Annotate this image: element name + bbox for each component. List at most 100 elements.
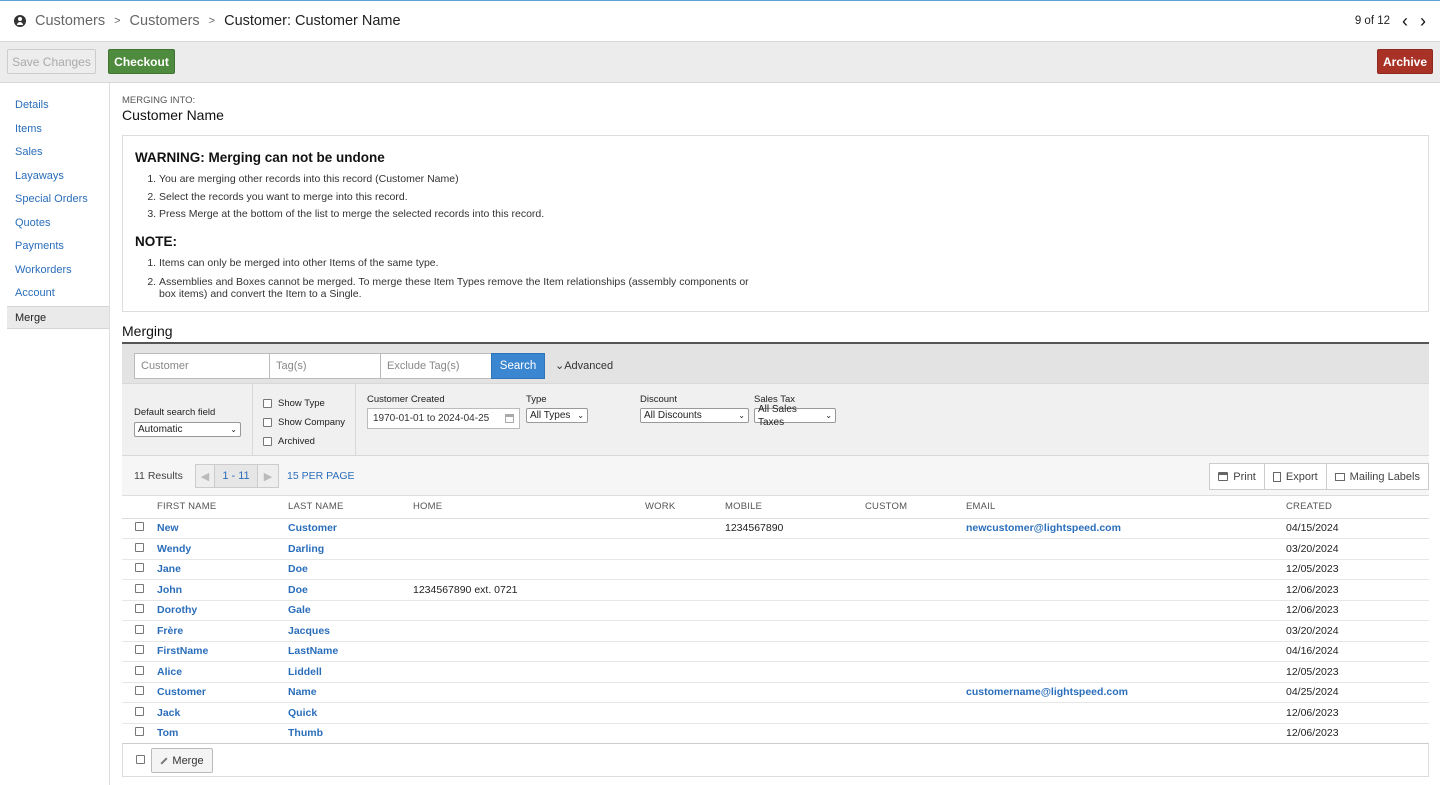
cell-email[interactable]: customername@lightspeed.com: [966, 682, 1286, 703]
sidebar-item-quotes[interactable]: Quotes: [0, 212, 109, 236]
row-checkbox[interactable]: [135, 706, 144, 716]
show-type-checkbox[interactable]: [263, 399, 272, 408]
sidebar-item-account[interactable]: Account: [0, 282, 109, 306]
discount-select[interactable]: All Discounts ⌄: [640, 408, 749, 423]
cell-last-name[interactable]: Jacques: [288, 620, 413, 642]
show-company-checkbox[interactable]: [263, 418, 272, 427]
cell-email[interactable]: [966, 620, 1286, 642]
column-header-custom[interactable]: CUSTOM: [865, 496, 966, 519]
row-checkbox[interactable]: [135, 563, 144, 573]
per-page-select[interactable]: 15 PER PAGE: [287, 470, 355, 482]
cell-first-name[interactable]: Tom: [157, 723, 288, 744]
next-page-icon[interactable]: ▶: [257, 464, 279, 488]
table-row[interactable]: Alice Liddell 12/05/2023: [122, 661, 1429, 683]
advanced-toggle[interactable]: ⌄Advanced: [555, 359, 613, 372]
customer-created-date-range[interactable]: 1970-01-01 to 2024-04-25: [367, 408, 520, 429]
row-checkbox[interactable]: [135, 604, 144, 614]
cell-email[interactable]: [966, 559, 1286, 580]
column-header-first-name[interactable]: FIRST NAME: [157, 496, 288, 519]
cell-email[interactable]: [966, 641, 1286, 662]
row-checkbox[interactable]: [135, 665, 144, 675]
row-checkbox[interactable]: [135, 727, 144, 737]
cell-first-name[interactable]: Customer: [157, 682, 288, 703]
cell-last-name[interactable]: LastName: [288, 641, 413, 662]
table-row[interactable]: Tom Thumb 12/06/2023: [122, 723, 1429, 744]
previous-page-icon[interactable]: ◀: [195, 464, 215, 488]
cell-first-name[interactable]: Jack: [157, 702, 288, 724]
sidebar-item-details[interactable]: Details: [0, 94, 109, 118]
merge-button[interactable]: Merge: [151, 748, 213, 773]
cell-first-name[interactable]: Wendy: [157, 538, 288, 560]
show-company-option[interactable]: Show Company: [263, 417, 345, 428]
previous-record-icon[interactable]: ‹: [1402, 12, 1408, 30]
table-row[interactable]: Wendy Darling 03/20/2024: [122, 538, 1429, 560]
column-header-email[interactable]: EMAIL: [966, 496, 1286, 519]
breadcrumb-item[interactable]: Customers: [35, 13, 105, 29]
cell-email[interactable]: [966, 600, 1286, 621]
mailing-labels-button[interactable]: Mailing Labels: [1325, 464, 1428, 489]
cell-first-name[interactable]: Frère: [157, 620, 288, 642]
row-checkbox[interactable]: [135, 522, 144, 532]
column-header-mobile[interactable]: MOBILE: [725, 496, 865, 519]
table-row[interactable]: New Customer 1234567890 newcustomer@lightsp…: [122, 518, 1429, 539]
table-row[interactable]: Customer Name customername@lightspeed.com 0…: [122, 682, 1429, 703]
table-row[interactable]: Frère Jacques 03/20/2024: [122, 620, 1429, 642]
cell-last-name[interactable]: Gale: [288, 600, 413, 621]
table-row[interactable]: John Doe 1234567890 ext. 0721 12/06/2023: [122, 579, 1429, 601]
sales-tax-select[interactable]: All Sales Taxes ⌄: [754, 404, 836, 428]
cell-email[interactable]: [966, 702, 1286, 724]
table-row[interactable]: FirstName LastName 04/16/2024: [122, 641, 1429, 662]
cell-first-name[interactable]: John: [157, 579, 288, 601]
cell-email[interactable]: [966, 579, 1286, 601]
row-checkbox[interactable]: [135, 645, 144, 655]
breadcrumb-item[interactable]: Customers: [130, 13, 200, 29]
cell-email[interactable]: [966, 723, 1286, 744]
next-record-icon[interactable]: ›: [1420, 12, 1426, 30]
cell-first-name[interactable]: Jane: [157, 559, 288, 580]
sidebar-item-payments[interactable]: Payments: [0, 235, 109, 259]
cell-last-name[interactable]: Customer: [288, 518, 413, 539]
search-button[interactable]: Search: [491, 353, 545, 379]
type-select[interactable]: All Types ⌄: [526, 408, 588, 423]
column-header-work[interactable]: WORK: [645, 496, 725, 519]
sidebar-item-merge[interactable]: Merge: [7, 305, 109, 329]
sidebar-item-sales[interactable]: Sales: [0, 141, 109, 165]
table-row[interactable]: Jane Doe 12/05/2023: [122, 559, 1429, 580]
column-header-last-name[interactable]: LAST NAME: [288, 496, 413, 519]
sidebar-item-special-orders[interactable]: Special Orders: [0, 188, 109, 212]
sidebar-item-workorders[interactable]: Workorders: [0, 259, 109, 283]
cell-last-name[interactable]: Thumb: [288, 723, 413, 744]
cell-email[interactable]: [966, 538, 1286, 560]
archive-button[interactable]: Archive: [1377, 49, 1433, 74]
archived-checkbox[interactable]: [263, 437, 272, 446]
cell-email[interactable]: newcustomer@lightspeed.com: [966, 518, 1286, 539]
exclude-tags-input[interactable]: Exclude Tag(s): [380, 353, 492, 379]
row-checkbox[interactable]: [135, 583, 144, 593]
customer-search-input[interactable]: Customer: [134, 353, 270, 379]
row-checkbox[interactable]: [135, 542, 144, 552]
export-button[interactable]: Export: [1263, 464, 1326, 489]
sidebar-item-layaways[interactable]: Layaways: [0, 165, 109, 189]
cell-last-name[interactable]: Doe: [288, 579, 413, 601]
cell-last-name[interactable]: Doe: [288, 559, 413, 580]
cell-first-name[interactable]: Dorothy: [157, 600, 288, 621]
cell-first-name[interactable]: Alice: [157, 661, 288, 683]
tags-input[interactable]: Tag(s): [269, 353, 381, 379]
print-button[interactable]: Print: [1210, 464, 1264, 489]
row-checkbox[interactable]: [135, 686, 144, 696]
column-header-home[interactable]: HOME: [413, 496, 645, 519]
save-changes-button[interactable]: Save Changes: [7, 49, 96, 74]
column-header-created[interactable]: CREATED: [1286, 496, 1429, 519]
calendar-icon[interactable]: [505, 414, 514, 423]
cell-last-name[interactable]: Name: [288, 682, 413, 703]
cell-last-name[interactable]: Liddell: [288, 661, 413, 683]
cell-last-name[interactable]: Quick: [288, 702, 413, 724]
archived-option[interactable]: Archived: [263, 436, 315, 447]
show-type-option[interactable]: Show Type: [263, 398, 325, 409]
default-search-select[interactable]: Automatic ⌄: [134, 422, 241, 437]
cell-email[interactable]: [966, 661, 1286, 683]
cell-first-name[interactable]: FirstName: [157, 641, 288, 662]
cell-first-name[interactable]: New: [157, 518, 288, 539]
cell-last-name[interactable]: Darling: [288, 538, 413, 560]
select-all-checkbox[interactable]: [136, 755, 145, 764]
